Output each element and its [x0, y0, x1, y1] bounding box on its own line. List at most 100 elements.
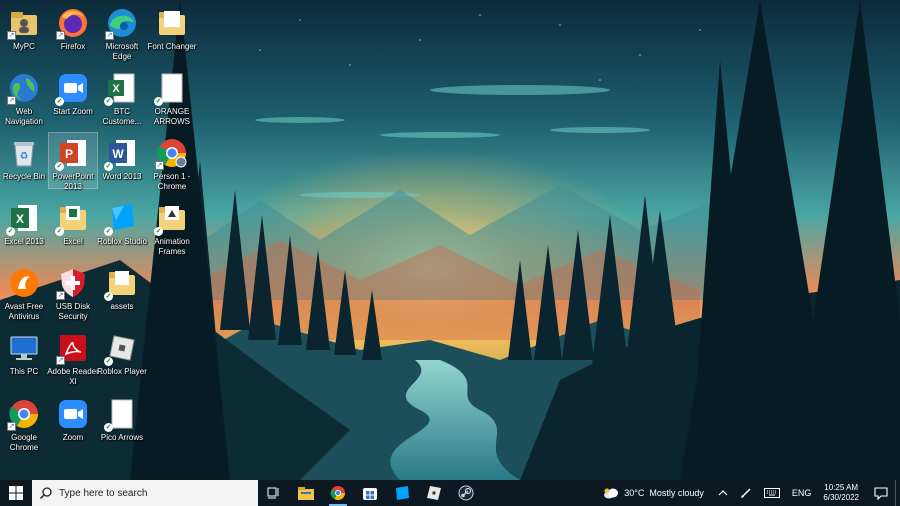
folder-icon: ✓: [154, 202, 188, 236]
computer-icon: [8, 332, 40, 364]
touch-keyboard-button[interactable]: [763, 488, 780, 498]
weather-text: Mostly cloudy: [649, 488, 704, 498]
desktop-icon-label: Web Navigation: [5, 107, 43, 126]
desktop-icon-label: Firefox: [60, 42, 86, 51]
desktop-icon-recycle-bin[interactable]: ♻ Recycle Bin: [0, 133, 48, 182]
zoom-icon: ✓: [55, 72, 89, 106]
svg-text:P: P: [65, 147, 73, 161]
keyboard-icon: [763, 488, 780, 498]
desktop-icon-label: ORANGE ARROWS: [154, 107, 190, 126]
desktop-icon-label: This PC: [9, 367, 39, 376]
avast-icon: [8, 267, 40, 299]
svg-text:X: X: [16, 212, 24, 226]
desktop-icon-avast[interactable]: Avast Free Antivirus: [0, 263, 48, 321]
excel-file-icon: X ✓: [104, 72, 138, 106]
desktop-icon-usb-disk-security[interactable]: ↗ USB Disk Security: [49, 263, 97, 321]
desktop-icon-start-zoom[interactable]: ✓ Start Zoom: [49, 68, 97, 117]
firefox-icon: ↗: [56, 7, 89, 40]
steam-icon: [458, 485, 474, 501]
svg-text:W: W: [112, 147, 124, 161]
desktop-icon-btc-customer[interactable]: X ✓ BTC Custome...: [98, 68, 146, 126]
desktop-icon-label: Word 2013: [102, 172, 142, 181]
globe-icon: ↗: [7, 72, 40, 105]
desktop-icon-mypc[interactable]: ↗ MyPC: [0, 3, 48, 52]
pen-icon: [740, 488, 751, 498]
system-tray: 30°C Mostly cloudy ENG 10:25 AM 6/30/202…: [603, 480, 900, 506]
edge-icon: ↗: [105, 7, 138, 40]
blank-file-icon: ✓: [154, 72, 188, 106]
desktop-icon-roblox-player[interactable]: ✓ Roblox Player: [97, 328, 147, 377]
folder-icon: [156, 7, 188, 39]
taskbar-roblox-studio[interactable]: [386, 480, 418, 506]
taskbar-file-explorer[interactable]: [290, 480, 322, 506]
desktop-icon-label: Avast Free Antivirus: [4, 302, 44, 321]
desktop-icon-label: Recycle Bin: [2, 172, 46, 181]
desktop-icon-roblox-studio[interactable]: ✓ Roblox Studio: [97, 198, 147, 247]
desktop-icon-person1-chrome[interactable]: ↗ Person 1 - Chrome: [148, 133, 196, 191]
pen-workspace-button[interactable]: [740, 487, 752, 499]
desktop-icon-assets[interactable]: ✓ assets: [98, 263, 146, 312]
weather-temp: 30°C: [624, 488, 645, 498]
show-desktop-button[interactable]: [895, 480, 900, 506]
roblox-icon: ✓: [104, 332, 138, 366]
shield-icon: ↗: [56, 267, 89, 300]
word-icon: W ✓: [104, 137, 138, 171]
desktop-icon-label: Excel: [63, 237, 83, 246]
desktop-icon-label: Zoom: [62, 433, 84, 442]
desktop-icon-orange-arrows[interactable]: ✓ ORANGE ARROWS: [148, 68, 196, 126]
pdf-icon: ↗: [56, 332, 89, 365]
desktop-icon-powerpoint-2013[interactable]: P ✓ PowerPoint 2013: [48, 132, 98, 191]
notifications-button[interactable]: [867, 486, 895, 500]
desktop-icon-excel-2013[interactable]: X ✓ Excel 2013: [0, 198, 48, 247]
recycle-bin-icon: ♻: [8, 137, 40, 169]
desktop-icon-this-pc[interactable]: This PC: [0, 328, 48, 377]
clock[interactable]: 10:25 AM 6/30/2022: [823, 483, 859, 503]
desktop-icon-label: PowerPoint 2013: [52, 172, 94, 191]
start-button[interactable]: [0, 480, 32, 506]
show-hidden-icons-button[interactable]: [718, 489, 728, 497]
desktop-icon-label: Font Changer: [147, 42, 197, 51]
desktop-icon-font-changer[interactable]: Font Changer: [148, 3, 196, 52]
svg-text:♻: ♻: [20, 151, 29, 162]
powerpoint-icon: P ✓: [55, 137, 89, 171]
desktop-icon-label: USB Disk Security: [55, 302, 91, 321]
notification-icon: [874, 486, 888, 500]
desktop-icon-word-2013[interactable]: W ✓ Word 2013: [98, 133, 146, 182]
blank-file-icon: ✓: [104, 398, 138, 432]
language-indicator[interactable]: ENG: [792, 488, 812, 498]
clock-time: 10:25 AM: [824, 483, 859, 492]
desktop-icon-label: assets: [110, 302, 134, 311]
file-explorer-icon: [298, 487, 314, 500]
desktop-icon-web-navigation[interactable]: ↗ Web Navigation: [0, 68, 48, 126]
taskbar-steam[interactable]: [450, 480, 482, 506]
desktop-icon-excel-folder[interactable]: ✓ Excel: [49, 198, 97, 247]
desktop-icon-zoom[interactable]: Zoom: [49, 394, 97, 443]
desktop-icon-google-chrome[interactable]: ↗ Google Chrome: [0, 394, 48, 452]
desktop-icon-label: BTC Custome...: [102, 107, 142, 126]
taskbar-store[interactable]: [354, 480, 386, 506]
taskbar-roblox-player[interactable]: [418, 480, 450, 506]
roblox-studio-icon: ✓: [104, 202, 138, 236]
search-icon: [40, 487, 52, 499]
desktop-icon-animation-frames[interactable]: ✓ Animation Frames: [148, 198, 196, 256]
taskbar-chrome[interactable]: [322, 480, 354, 506]
desktop-icon-edge[interactable]: ↗ Microsoft Edge: [98, 3, 146, 61]
roblox-studio-icon: [396, 486, 409, 500]
task-view-icon: [267, 487, 279, 499]
desktop-icon-label: Person 1 - Chrome: [153, 172, 191, 191]
desktop-icon-adobe-reader[interactable]: ↗ Adobe Reader XI: [47, 328, 99, 386]
desktop-icon-label: Adobe Reader XI: [47, 367, 99, 386]
desktop-icon-pico-arrows[interactable]: ✓ Pico Arrows: [98, 394, 146, 443]
folder-icon: ✓: [104, 267, 138, 301]
taskbar: Type here to search 30°C Mostly cloudy E…: [0, 480, 900, 506]
desktop-icon-firefox[interactable]: ↗ Firefox: [49, 3, 97, 52]
svg-text:X: X: [112, 83, 120, 95]
desktop-icon-label: Google Chrome: [9, 433, 39, 452]
weather-widget[interactable]: 30°C Mostly cloudy: [603, 487, 704, 499]
search-placeholder: Type here to search: [59, 487, 148, 499]
cloud-icon: [604, 488, 619, 499]
search-box[interactable]: Type here to search: [32, 480, 258, 506]
chrome-profile-icon: ↗: [155, 137, 188, 170]
task-view-button[interactable]: [258, 480, 290, 506]
clock-date: 6/30/2022: [823, 493, 859, 502]
